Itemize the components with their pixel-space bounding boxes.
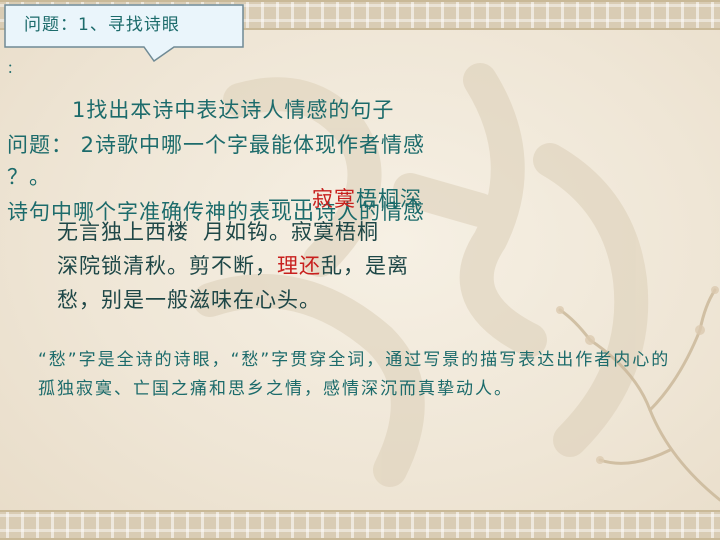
plum-branch-decoration (556, 286, 720, 502)
question-line-1: 1找出本诗中表达诗人情感的句子 (72, 94, 394, 124)
poem-line-3: 愁，别是一般滋味在心头。 (57, 288, 321, 312)
poem-line-1b: 月如钩。寂寞梧桐 (203, 220, 379, 244)
answer-dash: —— (268, 187, 312, 211)
question-callout-box: 问题：1、寻找诗眼 (4, 4, 244, 63)
decorative-bottom-border (0, 510, 720, 540)
question-1-text: 找出本诗中表达诗人情感的句子 (86, 98, 395, 122)
answer-overlay: ——寂寞梧桐深 (268, 183, 422, 213)
poem-line-2-after: 乱，是离 (321, 254, 409, 278)
answer-highlight: 寂寞 (312, 187, 356, 211)
question-2-prefix: 问题： 2 (7, 133, 96, 157)
question-line-2: 问题： 2诗歌中哪一个字最能体现作者情感 (7, 129, 425, 159)
question-1-number: 1 (72, 98, 87, 122)
analysis-note-line-2: 孤独寂寞、亡国之痛和思乡之情，感情深沉而真挚动人。 (38, 379, 513, 399)
question-2-text: 诗歌中哪一个字最能体现作者情感 (95, 133, 426, 157)
stray-punctuation: ： (7, 62, 21, 77)
poem-line-2: 深院锁清秋。剪不断，理还乱，是离 (57, 250, 409, 280)
poem-line-1: 无言独上西楼 月如钩。寂寞梧桐 (57, 216, 379, 246)
analysis-note-line-1: “愁”字是全诗的诗眼，“愁”字贯穿全词，通过写景的描写表达出作者内心的 (38, 350, 671, 370)
poem-line-1a: 无言独上西楼 (57, 220, 189, 244)
answer-rest: 梧桐深 (356, 187, 422, 211)
question-line-3: ？。 (7, 165, 51, 189)
poem-line-2-before: 深院锁清秋。剪不断， (57, 254, 277, 278)
slide: 问题：1、寻找诗眼 ： 1找出本诗中表达诗人情感的句子 问题： 2诗歌中哪一个字… (0, 0, 720, 540)
poem-line-2-highlight: 理还 (277, 254, 321, 278)
callout-text: 问题：1、寻找诗眼 (24, 15, 180, 35)
